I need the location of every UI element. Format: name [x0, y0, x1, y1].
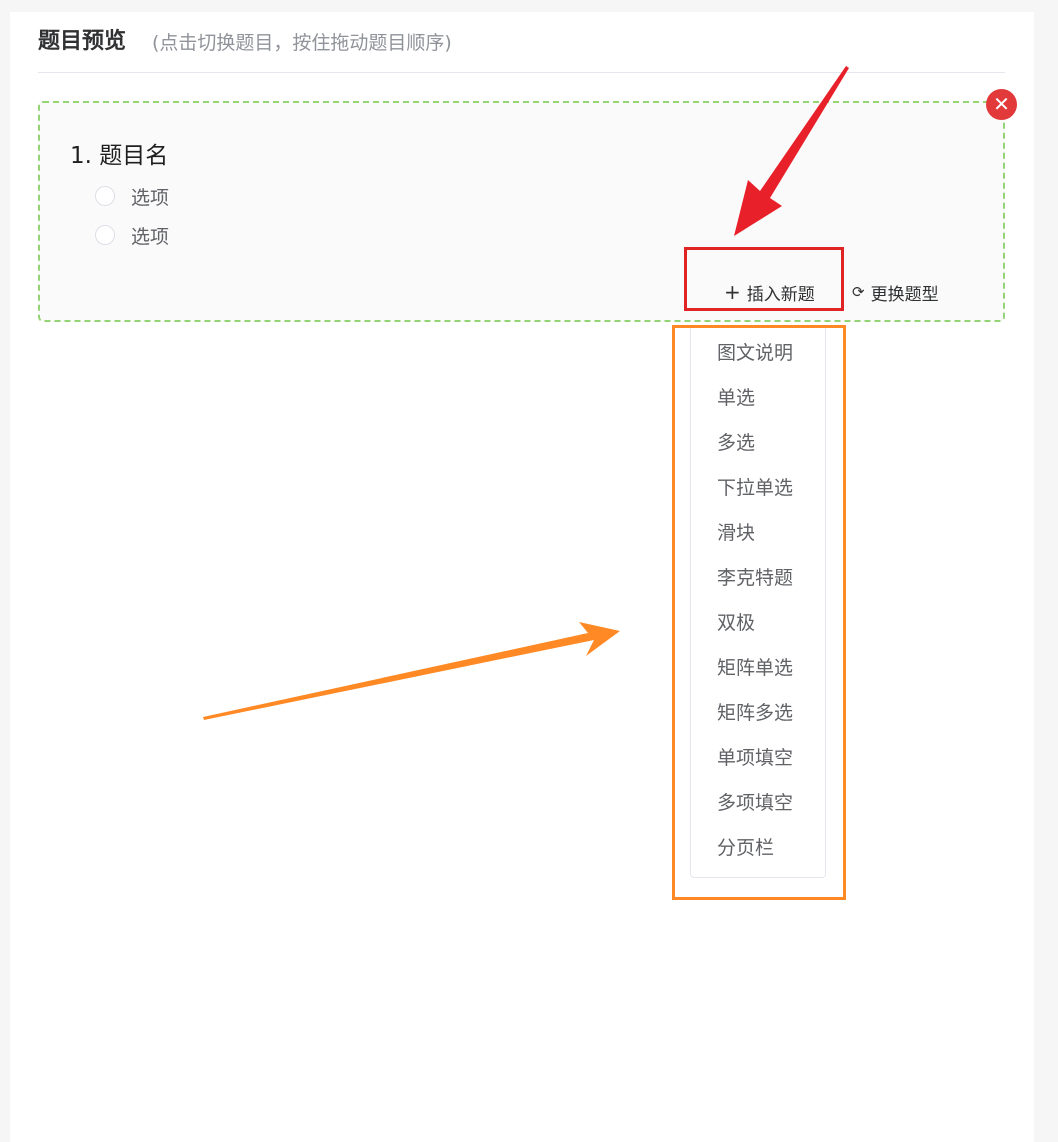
red-arrow	[734, 66, 849, 236]
annotation-arrows	[203, 66, 849, 720]
orange-arrow	[203, 622, 620, 720]
